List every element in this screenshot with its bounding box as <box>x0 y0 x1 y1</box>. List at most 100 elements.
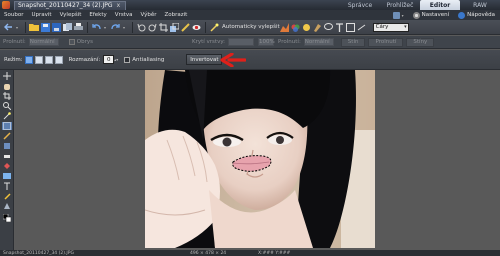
auto-enhance-label[interactable]: Automaticky vylepšit <box>222 24 280 30</box>
toolbar-divider <box>25 21 26 33</box>
redo-icon[interactable] <box>110 22 120 32</box>
auto-enhance-icon[interactable] <box>209 22 219 32</box>
redo-dropdown-icon[interactable]: ▾ <box>121 22 127 32</box>
frame-icon[interactable] <box>346 22 356 32</box>
magic-wand-icon[interactable] <box>2 112 12 120</box>
move-tool-icon[interactable] <box>2 72 12 80</box>
red-annotation-arrow <box>220 53 246 67</box>
main-toolbar: ▾ ▾ ▾ Automaticky vylepšit Čáry <box>0 20 500 35</box>
antialiasing-checkbox[interactable] <box>124 56 131 63</box>
status-dimensions: 496 × 478 × 24 <box>190 250 227 256</box>
layer-opacity-label: Krytí vrstvy: <box>191 39 226 45</box>
shape-combo[interactable]: Čáry <box>372 22 409 32</box>
invert-button[interactable]: Invertovat <box>186 54 223 65</box>
shape-tool-icon[interactable] <box>2 192 12 200</box>
photo-image[interactable] <box>145 70 375 248</box>
settings-label: Nastavení <box>421 12 450 18</box>
status-bar: Snapshot_20110427_34 (2).JPG 496 × 478 ×… <box>0 250 500 256</box>
menu-bar: Soubor Upravit Vylepšit Efekty Vrstva Vý… <box>0 10 500 20</box>
shadow-button[interactable]: Stín <box>340 37 366 47</box>
tab-raw[interactable]: RAW <box>460 0 500 10</box>
copy-icon[interactable] <box>62 22 72 32</box>
red-eye-icon[interactable] <box>191 22 201 32</box>
layer-blend-select[interactable]: Normální <box>303 38 334 46</box>
layer-blend-value: Normální <box>304 39 330 45</box>
eraser-tool-icon[interactable] <box>2 152 12 160</box>
crop-tool-icon[interactable] <box>2 92 12 100</box>
status-coordinates: X:### Y:### <box>258 250 291 256</box>
back-arrow-icon[interactable] <box>3 22 13 32</box>
gradient-tool-icon[interactable] <box>2 172 12 180</box>
toolbar-divider <box>132 21 133 33</box>
tool-options-bar: Režim: Rozmazání: 0 ▴▾ Antialiasing Inve… <box>0 50 500 70</box>
blend-button[interactable]: Prolnutí <box>368 37 404 47</box>
text-tool-icon[interactable] <box>335 22 345 32</box>
help-button[interactable]: Nápověda <box>455 11 498 19</box>
feather-spinner-icon[interactable]: ▴▾ <box>114 55 118 64</box>
retouch-tool-icon[interactable] <box>2 202 12 210</box>
selection-mode-subtract-button[interactable] <box>44 55 53 64</box>
sharpen-icon[interactable] <box>180 22 190 32</box>
crop-icon[interactable] <box>158 22 168 32</box>
menu-file[interactable]: Soubor <box>0 12 27 18</box>
layer-opacity-slider[interactable] <box>228 38 255 46</box>
zoom-tool-icon[interactable] <box>2 102 12 110</box>
resize-icon[interactable] <box>169 22 179 32</box>
tab-manager[interactable]: Správce <box>340 0 380 10</box>
help-label: Nápověda <box>467 12 495 18</box>
layer-opacity-input[interactable]: 100% <box>258 38 275 46</box>
rotate-right-icon[interactable] <box>147 22 157 32</box>
toolbar-divider <box>205 21 206 33</box>
brush-tool-icon[interactable] <box>2 132 12 140</box>
antialiasing-label: Antialiasing <box>132 56 165 63</box>
outline-label: Obrys <box>76 39 93 45</box>
tab-viewer[interactable]: Prohlížeč <box>380 0 420 10</box>
tools-panel <box>0 70 14 252</box>
settings-button[interactable]: Nastavení <box>410 11 453 19</box>
outline-checkbox[interactable] <box>68 39 75 45</box>
tilt-icon[interactable] <box>357 22 367 32</box>
blend-mode-value: Normální <box>29 39 55 45</box>
document-tab[interactable]: Snapshot_20110427_34 (2).JPG x <box>14 0 127 10</box>
workspace-icon <box>392 11 400 19</box>
undo-icon[interactable] <box>91 22 101 32</box>
back-dropdown-icon[interactable]: ▾ <box>14 22 20 32</box>
color-swatch-icon[interactable] <box>2 214 12 222</box>
menu-layer[interactable]: Vrstva <box>111 12 137 18</box>
lasso-icon[interactable] <box>324 22 334 32</box>
help-icon <box>458 11 466 19</box>
retouch-icon[interactable] <box>313 22 323 32</box>
feather-input[interactable]: 0 <box>103 55 115 64</box>
menu-effects[interactable]: Efekty <box>85 12 110 18</box>
workspace-button[interactable]: ▾ <box>390 11 407 19</box>
selection-mode-add-button[interactable] <box>34 55 43 64</box>
settings-icon <box>412 11 420 19</box>
exposure-icon[interactable] <box>302 22 312 32</box>
levels-icon[interactable] <box>280 22 290 32</box>
save-as-icon[interactable] <box>51 22 61 32</box>
selection-mode-intersect-button[interactable] <box>54 55 63 64</box>
rotate-left-icon[interactable] <box>136 22 146 32</box>
open-folder-icon[interactable] <box>29 22 39 32</box>
shadows-button[interactable]: Stíny <box>406 37 435 47</box>
menu-edit[interactable]: Upravit <box>27 12 55 18</box>
hand-tool-icon[interactable] <box>2 82 12 90</box>
selection-mode-new-button[interactable] <box>24 55 33 64</box>
selection-tool-icon[interactable] <box>2 122 12 130</box>
menu-view[interactable]: Zobrazit <box>160 12 191 18</box>
clone-tool-icon[interactable] <box>2 142 12 150</box>
fill-tool-icon[interactable] <box>2 162 12 170</box>
text-tool-icon[interactable] <box>2 182 12 190</box>
app-logo-icon <box>2 1 10 9</box>
layer-opacity-value: 100% <box>259 39 275 45</box>
tab-editor[interactable]: Editor <box>420 0 460 10</box>
menu-enhance[interactable]: Vylepšit <box>56 12 86 18</box>
blend-mode-select[interactable]: Normální <box>28 38 59 46</box>
menu-selection[interactable]: Výběr <box>136 12 160 18</box>
status-filename: Snapshot_20110427_34 (2).JPG <box>3 250 74 256</box>
undo-dropdown-icon[interactable]: ▾ <box>102 22 108 32</box>
color-adjust-icon[interactable] <box>291 22 301 32</box>
save-icon[interactable] <box>40 22 50 32</box>
print-icon[interactable] <box>73 22 83 32</box>
close-icon[interactable]: x <box>117 2 121 9</box>
